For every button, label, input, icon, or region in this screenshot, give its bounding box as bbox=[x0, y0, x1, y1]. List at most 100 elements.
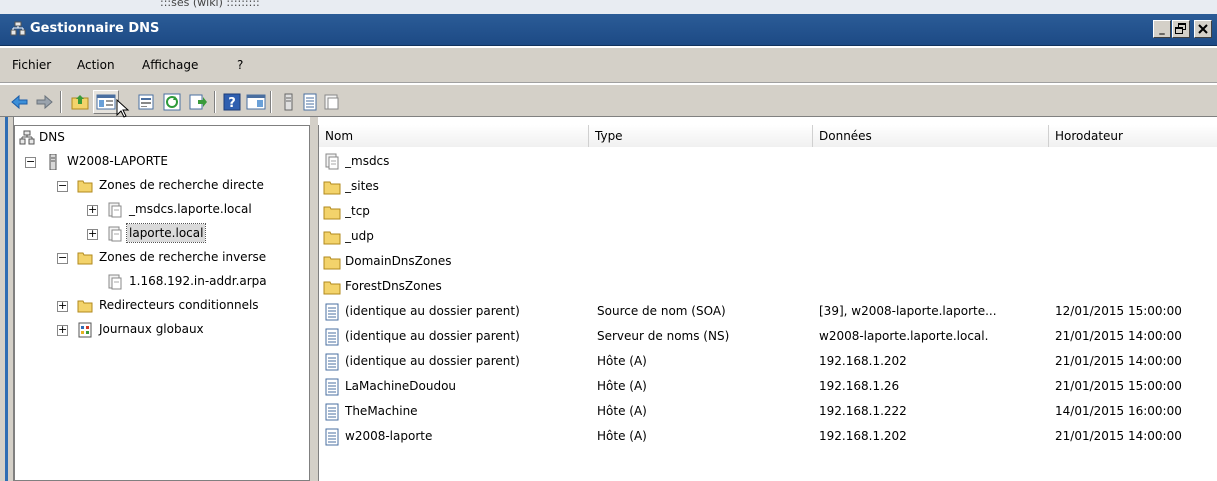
cell-type: Serveur de noms (NS) bbox=[597, 329, 730, 343]
cell-type: Source de nom (SOA) bbox=[597, 304, 726, 318]
toolbar-separator bbox=[214, 91, 216, 113]
cell-time: 21/01/2015 15:00:00 bbox=[1055, 379, 1182, 393]
cell-name: LaMachineDoudou bbox=[345, 379, 457, 393]
table-row[interactable]: w2008-laporte Hôte (A) 192.168.1.202 21/01/… bbox=[319, 424, 1217, 449]
table-row[interactable]: _msdcs bbox=[319, 149, 1217, 174]
server-icon[interactable] bbox=[278, 92, 298, 112]
column-header-nom[interactable]: Nom bbox=[319, 125, 589, 147]
tree-node-dns[interactable]: DNS bbox=[17, 128, 297, 148]
left-frame-border bbox=[0, 117, 14, 481]
toolbar-separator bbox=[270, 91, 272, 113]
title-bar[interactable]: Gestionnaire DNS _ bbox=[0, 14, 1217, 46]
tree-pane[interactable]: DNS − W2008-LAPORTE − Zones de recherche… bbox=[14, 125, 310, 481]
collapse-toggle[interactable]: − bbox=[25, 156, 36, 168]
menu-affichage[interactable]: Affichage bbox=[142, 58, 198, 72]
close-button[interactable] bbox=[1194, 20, 1212, 38]
record-icon bbox=[325, 428, 339, 446]
tree-node-forward-zones[interactable]: − Zones de recherche directe bbox=[17, 176, 297, 196]
table-row[interactable]: DomainDnsZones bbox=[319, 249, 1217, 274]
tree-node-conditional-forwarders[interactable]: + Redirecteurs conditionnels bbox=[17, 296, 297, 316]
menu-fichier[interactable]: Fichier bbox=[12, 58, 51, 72]
cell-type: Hôte (A) bbox=[597, 404, 647, 418]
minimize-button[interactable]: _ bbox=[1153, 20, 1171, 38]
expand-toggle[interactable]: + bbox=[57, 324, 68, 336]
toolbar: ? bbox=[0, 84, 1217, 118]
console-icon[interactable] bbox=[246, 92, 266, 112]
column-header-horodateur[interactable]: Horodateur bbox=[1049, 125, 1217, 147]
pane-splitter[interactable] bbox=[310, 117, 318, 481]
back-icon[interactable] bbox=[10, 92, 30, 112]
list-icon[interactable] bbox=[300, 92, 320, 112]
tree-node-reverse-zone[interactable]: 1.168.192.in-addr.arpa bbox=[17, 272, 297, 292]
collapse-toggle[interactable]: − bbox=[57, 252, 68, 264]
cell-name: (identique au dossier parent) bbox=[345, 304, 520, 318]
cell-data: 192.168.1.222 bbox=[819, 404, 907, 418]
cell-type: Hôte (A) bbox=[597, 354, 647, 368]
record-icon bbox=[325, 303, 339, 321]
cell-name: _udp bbox=[345, 229, 374, 243]
cell-data: [39], w2008-laporte.laporte... bbox=[819, 304, 997, 318]
up-folder-icon[interactable] bbox=[70, 92, 90, 112]
cell-name: _msdcs bbox=[345, 154, 390, 168]
zone-icon bbox=[108, 226, 122, 242]
menu-bar: Fichier Action Affichage ? bbox=[0, 47, 1217, 83]
folder-icon bbox=[323, 256, 341, 270]
help-icon[interactable]: ? bbox=[222, 92, 242, 112]
menu-help[interactable]: ? bbox=[237, 58, 243, 72]
window-title: Gestionnaire DNS bbox=[30, 21, 160, 36]
tree-label: Redirecteurs conditionnels bbox=[99, 298, 259, 312]
close-icon bbox=[1198, 24, 1208, 34]
table-row[interactable]: LaMachineDoudou Hôte (A) 192.168.1.26 21/01… bbox=[319, 374, 1217, 399]
table-row[interactable]: (identique au dossier parent) Source de n… bbox=[319, 299, 1217, 324]
tree-node-msdcs-zone[interactable]: + _msdcs.laporte.local bbox=[17, 200, 297, 220]
table-row[interactable]: _udp bbox=[319, 224, 1217, 249]
table-row[interactable]: _sites bbox=[319, 174, 1217, 199]
cell-data: w2008-laporte.laporte.local. bbox=[819, 329, 989, 343]
properties-icon[interactable] bbox=[136, 92, 156, 112]
table-row[interactable]: ForestDnsZones bbox=[319, 274, 1217, 299]
tree-node-reverse-zones[interactable]: − Zones de recherche inverse bbox=[17, 248, 297, 268]
expand-toggle[interactable]: + bbox=[87, 228, 98, 240]
results-pane[interactable]: Nom Type Données Horodateur _msdcs _sites… bbox=[318, 125, 1217, 481]
table-row[interactable]: _tcp bbox=[319, 199, 1217, 224]
dns-icon bbox=[19, 130, 35, 145]
export-icon[interactable] bbox=[188, 92, 208, 112]
restore-icon bbox=[1175, 23, 1186, 34]
event-log-icon bbox=[78, 322, 92, 338]
cell-name: (identique au dossier parent) bbox=[345, 354, 520, 368]
cell-name: DomainDnsZones bbox=[345, 254, 452, 268]
cell-type: Hôte (A) bbox=[597, 429, 647, 443]
dns-app-icon bbox=[10, 21, 26, 36]
record-icon bbox=[325, 403, 339, 421]
forward-icon[interactable] bbox=[34, 92, 54, 112]
column-header-donnees[interactable]: Données bbox=[813, 125, 1049, 147]
tree-node-global-logs[interactable]: + Journaux globaux bbox=[17, 320, 297, 340]
cell-name: _sites bbox=[345, 179, 379, 193]
toolbar-separator bbox=[60, 91, 62, 113]
dns-manager-window: :::ses (wiki) ::::::::: Gestionnaire DNS… bbox=[0, 0, 1217, 481]
tree-label: 1.168.192.in-addr.arpa bbox=[129, 274, 267, 288]
table-row[interactable]: (identique au dossier parent) Serveur de … bbox=[319, 324, 1217, 349]
tree-node-laporte-zone[interactable]: + laporte.local bbox=[17, 223, 297, 244]
folder-icon bbox=[323, 231, 341, 245]
cell-data: 192.168.1.202 bbox=[819, 354, 907, 368]
tree-node-server[interactable]: − W2008-LAPORTE bbox=[17, 152, 297, 172]
record-icon bbox=[325, 378, 339, 396]
record-icon[interactable] bbox=[322, 92, 342, 112]
menu-action[interactable]: Action bbox=[77, 58, 115, 72]
tree-label-selected: laporte.local bbox=[125, 223, 207, 243]
table-row[interactable]: TheMachine Hôte (A) 192.168.1.222 14/01/201… bbox=[319, 399, 1217, 424]
cell-name: (identique au dossier parent) bbox=[345, 329, 520, 343]
tree-label: DNS bbox=[39, 130, 65, 144]
folder-icon bbox=[323, 206, 341, 220]
mouse-cursor-icon bbox=[116, 99, 130, 118]
refresh-icon[interactable] bbox=[162, 92, 182, 112]
expand-toggle[interactable]: + bbox=[57, 300, 68, 312]
maximize-button[interactable] bbox=[1172, 20, 1190, 38]
background-text: :::ses (wiki) ::::::::: bbox=[160, 0, 260, 9]
expand-toggle[interactable]: + bbox=[87, 204, 98, 216]
tree-label: Zones de recherche inverse bbox=[99, 250, 267, 264]
collapse-toggle[interactable]: − bbox=[57, 180, 68, 192]
column-header-type[interactable]: Type bbox=[589, 125, 813, 147]
table-row[interactable]: (identique au dossier parent) Hôte (A) 192… bbox=[319, 349, 1217, 374]
